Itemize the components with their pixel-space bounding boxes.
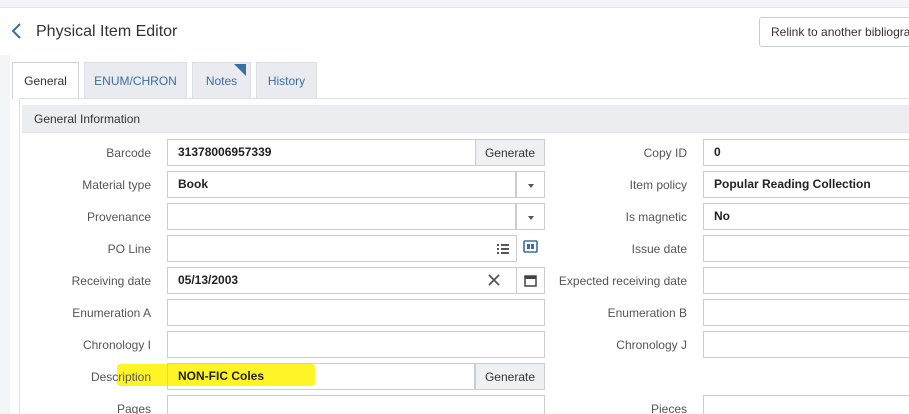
- provenance-label: Provenance: [86, 210, 151, 224]
- enumeration-a-input[interactable]: [167, 299, 545, 326]
- relink-button[interactable]: Relink to another bibliograp: [759, 17, 909, 47]
- tab-history[interactable]: History: [256, 62, 317, 98]
- item-policy-select[interactable]: Popular Reading Collection: [703, 171, 909, 198]
- pages-input[interactable]: [167, 395, 545, 414]
- top-strip: [0, 0, 909, 8]
- expected-receiving-date-label: Expected receiving date: [558, 274, 687, 288]
- list-icon[interactable]: [488, 235, 517, 262]
- pages-label: Pages: [116, 402, 151, 414]
- expected-receiving-date-input[interactable]: [703, 267, 909, 294]
- pieces-input[interactable]: [703, 395, 909, 414]
- note-indicator-icon: [234, 64, 246, 76]
- page: Physical Item Editor Relink to another b…: [0, 0, 909, 414]
- tab-enum-chron[interactable]: ENUM/CHRON: [84, 62, 187, 98]
- page-header: Physical Item Editor Relink to another b…: [0, 8, 909, 55]
- enumeration-b-input[interactable]: [703, 299, 909, 326]
- enumeration-a-label: Enumeration A: [72, 306, 151, 320]
- tab-notes-label: Notes: [205, 74, 238, 88]
- clear-icon[interactable]: [480, 267, 509, 294]
- enumeration-b-label: Enumeration B: [607, 306, 687, 320]
- provenance-select[interactable]: [167, 203, 516, 230]
- issue-date-label: Issue date: [631, 242, 687, 256]
- section-header: General Information: [22, 105, 909, 133]
- pieces-label: Pieces: [650, 402, 687, 414]
- tab-general[interactable]: General: [12, 62, 79, 99]
- po-line-input[interactable]: [167, 235, 517, 262]
- chevron-left-icon[interactable]: [10, 22, 24, 40]
- issue-date-input[interactable]: [703, 235, 909, 262]
- chronology-i-input[interactable]: [167, 331, 545, 358]
- po-line-label: PO Line: [107, 242, 151, 256]
- left-strip: [0, 55, 10, 414]
- chronology-j-input[interactable]: [703, 331, 909, 358]
- copy-id-input[interactable]: 0: [703, 139, 909, 166]
- description-label: Description: [90, 370, 151, 384]
- chronology-i-label: Chronology I: [82, 338, 151, 352]
- copy-id-label: Copy ID: [643, 146, 687, 160]
- material-type-select[interactable]: Book: [167, 171, 516, 198]
- barcode-label: Barcode: [106, 146, 151, 160]
- generate-description-button[interactable]: Generate: [475, 363, 545, 390]
- description-input[interactable]: NON-FIC Coles: [167, 363, 475, 390]
- chronology-j-label: Chronology J: [616, 338, 687, 352]
- tab-notes[interactable]: Notes: [192, 62, 251, 98]
- item-policy-label: Item policy: [629, 178, 687, 192]
- receiving-date-input[interactable]: 05/13/2003: [167, 267, 517, 294]
- page-title: Physical Item Editor: [36, 23, 178, 40]
- material-type-label: Material type: [82, 178, 151, 192]
- is-magnetic-select[interactable]: No: [703, 203, 909, 230]
- section-title: General Information: [34, 112, 141, 126]
- receiving-date-label: Receiving date: [71, 274, 151, 288]
- is-magnetic-label: Is magnetic: [625, 210, 687, 224]
- generate-barcode-button[interactable]: Generate: [475, 139, 545, 166]
